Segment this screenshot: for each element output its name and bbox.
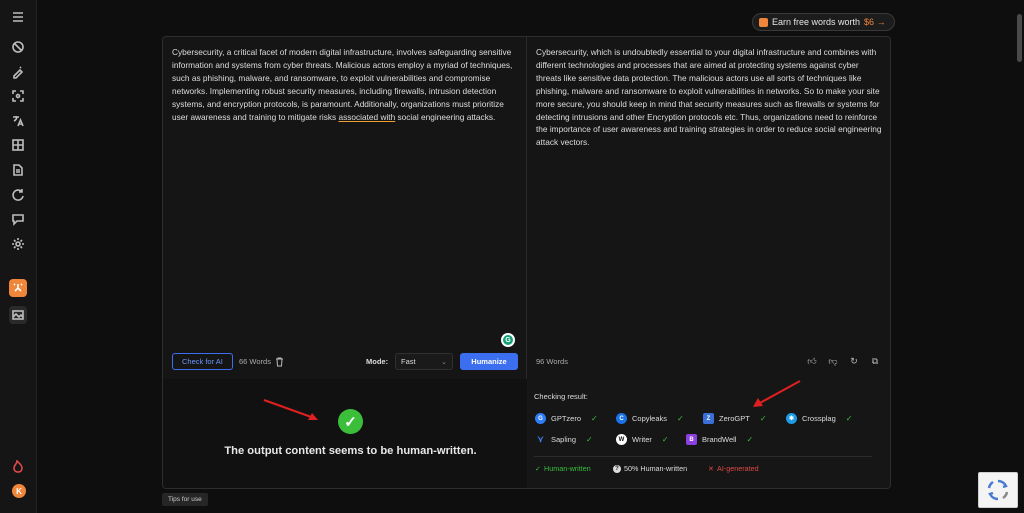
mode-select[interactable]: Fast ⌄ [395,353,453,370]
detector-brandwell: B BrandWell ✓ [686,434,753,445]
recaptcha-icon [987,479,1009,501]
legend-ai: ✕ AI-generated [708,464,759,473]
thumbs-up-icon[interactable]: 👍︎ [807,356,817,367]
check-circle-icon: ✓ [338,409,363,434]
earn-amount: $6 → [864,17,886,27]
output-word-count: 96 Words [536,357,568,366]
sidebar: K [0,0,37,513]
copyleaks-icon: C [616,413,627,424]
detector-sapling: ⋎ Sapling ✓ [535,434,593,445]
refresh-icon[interactable] [9,186,27,204]
earn-free-words-button[interactable]: Earn free words worth $6 → [752,13,895,31]
gift-icon [759,17,768,27]
crossplag-icon: ✱ [786,413,797,424]
output-pane: Cybersecurity, which is undoubtedly esse… [527,37,890,379]
scan-icon[interactable] [9,87,27,105]
menu-icon[interactable] [9,8,27,26]
annotation-arrow-right [753,380,801,407]
edit-magic-icon[interactable] [9,63,27,81]
regenerate-icon[interactable]: ↻ [849,356,859,367]
copy-icon[interactable]: ⧉ [870,356,880,367]
input-text-area[interactable]: Cybersecurity, a critical facet of moder… [172,46,518,123]
output-text: Cybersecurity, which is undoubtedly esse… [536,47,882,148]
trash-icon[interactable] [275,357,284,367]
grid-icon[interactable] [9,136,27,154]
output-actions: 👍︎ 👎︎ ↻ ⧉ [807,353,880,370]
divider [534,456,872,457]
scrollbar[interactable] [1014,0,1024,513]
avatar[interactable]: K [12,484,26,498]
detector-zerogpt: Z ZeroGPT ✓ [703,413,767,424]
chat-icon[interactable] [9,210,27,228]
input-word-count: 66 Words [239,353,284,370]
result-message: The output content seems to be human-wri… [224,445,477,457]
brandwell-icon: B [686,434,697,445]
legend-human: ✓ Human-written [535,464,591,473]
grammarly-icon[interactable]: G [501,333,515,347]
zerogpt-icon: Z [703,413,714,424]
mode-label: Mode: [366,357,389,366]
question-icon: ? [613,464,621,473]
detector-writer: W Writer ✓ [616,434,669,445]
result-summary: ✓ The output content seems to be human-w… [163,379,527,488]
check-for-ai-button[interactable]: Check for AI [172,353,233,370]
legend-half: ? 50% Human-written [613,464,687,473]
flame-icon[interactable] [9,458,27,476]
checking-title: Checking result: [534,392,588,401]
sapling-icon: ⋎ [537,434,544,444]
no-eye-icon[interactable] [9,38,27,56]
check-icon: ✓ [591,414,598,423]
check-icon: ✓ [759,414,767,423]
humanizer-icon[interactable] [9,279,27,297]
detector-copyleaks: C Copyleaks ✓ [616,413,684,424]
check-icon: ✓ [586,435,593,444]
check-icon: ✓ [845,414,853,423]
input-pane: Cybersecurity, a critical facet of moder… [163,37,527,379]
checking-result: Checking result: G GPTzero ✓ C Copyleaks ✓… [527,379,890,488]
translate-icon[interactable] [9,112,27,130]
settings-icon[interactable] [9,235,27,253]
tips-for-use-button[interactable]: Tips for use [162,493,208,506]
scroll-thumb[interactable] [1017,14,1022,62]
grammar-underline[interactable]: associated with [338,112,395,122]
recaptcha-badge[interactable] [978,472,1018,508]
check-icon: ✓ [746,435,754,444]
humanize-button[interactable]: Humanize [460,353,518,370]
earn-label: Earn free words worth [772,17,861,27]
writer-icon: W [616,434,627,445]
check-icon: ✓ [677,414,684,423]
gptzero-icon: G [535,413,546,424]
image-icon[interactable] [9,306,27,324]
annotation-arrow-left [263,399,318,420]
check-icon: ✓ [661,435,669,444]
document-icon[interactable] [9,161,27,179]
thumbs-down-icon[interactable]: 👎︎ [828,356,838,367]
chevron-down-icon: ⌄ [441,358,447,366]
detector-gptzero: G GPTzero ✓ [535,413,598,424]
detector-crossplag: ✱ Crossplag ✓ [786,413,852,424]
